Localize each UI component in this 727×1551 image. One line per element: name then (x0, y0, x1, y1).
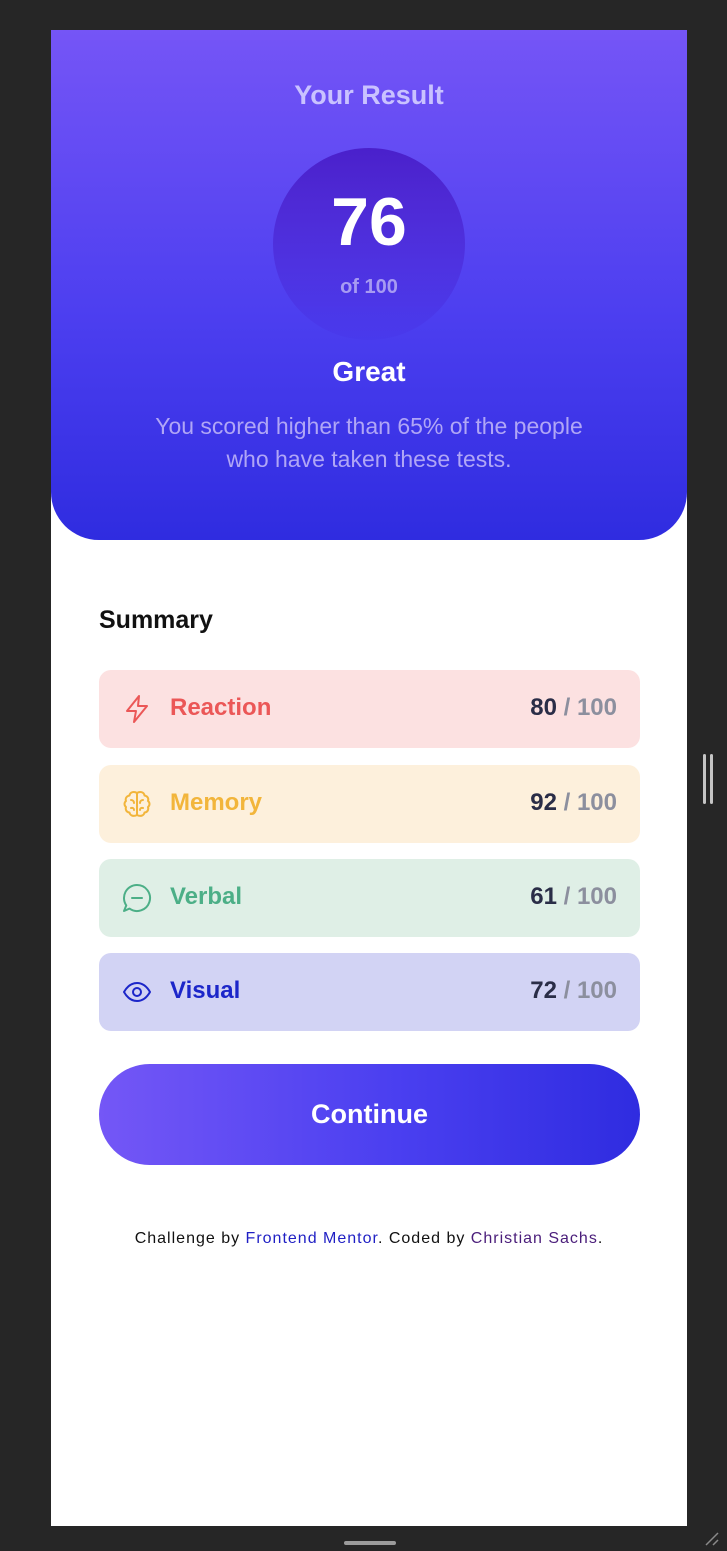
summary-row-verbal: Verbal 61 / 100 (99, 859, 640, 937)
summary-label-verbal: Verbal (170, 883, 243, 910)
score-circle: 76 of 100 (273, 148, 465, 340)
summary-heading: Summary (99, 606, 213, 634)
summary-row-visual: Visual 72 / 100 (99, 953, 640, 1031)
summary-label-reaction: Reaction (170, 694, 272, 721)
frontend-mentor-link[interactable]: Frontend Mentor (246, 1230, 378, 1247)
result-heading: Your Result (294, 80, 444, 110)
continue-button[interactable]: Continue (99, 1064, 640, 1165)
author-link[interactable]: Christian Sachs (471, 1230, 598, 1247)
score-value: 72 (530, 977, 557, 1004)
score-max: 100 (576, 694, 617, 721)
score-value: 92 (530, 789, 557, 816)
summary-score-reaction: 80 / 100 (530, 694, 617, 722)
rating-description: You scored higher than 65% of the people… (155, 413, 583, 472)
score-value: 76 (331, 184, 407, 260)
score-separator: / (563, 694, 571, 721)
summary-row-reaction: Reaction 80 / 100 (99, 670, 640, 748)
home-indicator (344, 1541, 396, 1545)
chat-bubble-icon (121, 882, 153, 914)
summary-row-memory: Memory 92 / 100 (99, 765, 640, 843)
score-separator: / (563, 789, 571, 816)
brain-icon (121, 788, 153, 820)
footer-prefix: Challenge by (134, 1230, 246, 1247)
footer-suffix: . (597, 1230, 604, 1247)
score-max: 100 (576, 977, 617, 1004)
score-value: 61 (530, 883, 557, 910)
score-separator: / (563, 883, 571, 910)
lightning-icon (121, 693, 153, 725)
summary-score-memory: 92 / 100 (530, 789, 617, 817)
score-total: of 100 (340, 276, 398, 298)
rating-title: Great (332, 356, 406, 387)
side-drag-handle[interactable] (703, 754, 713, 804)
resize-grip-icon[interactable] (704, 1532, 720, 1546)
app-viewport: Your Result 76 of 100 Great You scored h… (51, 30, 687, 1526)
summary-score-verbal: 61 / 100 (530, 883, 617, 911)
result-card: Your Result 76 of 100 Great You scored h… (51, 30, 687, 540)
summary-score-visual: 72 / 100 (530, 977, 617, 1005)
score-max: 100 (576, 883, 617, 910)
score-value: 80 (530, 694, 557, 721)
eye-icon (121, 976, 153, 1008)
attribution-footer: Challenge by Frontend Mentor. Coded by C… (51, 1230, 687, 1248)
footer-middle: . Coded by (377, 1230, 471, 1247)
summary-label-visual: Visual (170, 977, 241, 1004)
score-separator: / (563, 977, 571, 1004)
summary-label-memory: Memory (170, 789, 263, 816)
score-max: 100 (576, 789, 617, 816)
